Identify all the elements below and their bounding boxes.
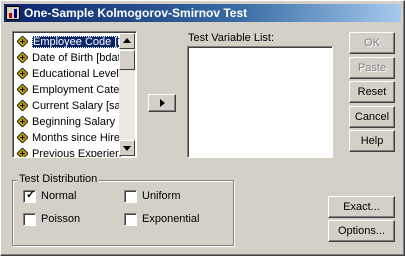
help-button[interactable]: Help <box>349 130 395 152</box>
ruler-diamond-icon <box>17 68 28 79</box>
uniform-label[interactable]: Uniform <box>142 190 181 202</box>
cancel-button[interactable]: Cancel <box>349 106 395 128</box>
ruler-diamond-icon <box>17 100 28 111</box>
list-item[interactable]: Previous Experienc <box>15 146 121 158</box>
ruler-diamond-icon <box>17 52 28 63</box>
list-scrollbar[interactable] <box>119 33 135 156</box>
ruler-diamond-icon <box>17 116 28 127</box>
test-variable-list-label: Test Variable List: <box>188 32 275 44</box>
reset-button[interactable]: Reset <box>349 81 395 103</box>
right-arrow-icon <box>160 99 165 107</box>
normal-checkbox[interactable]: ✓ <box>23 189 36 203</box>
move-to-test-list-button[interactable] <box>148 94 176 112</box>
source-variable-items: Employee Code [id Date of Birth [bdate E… <box>15 34 121 158</box>
exponential-label[interactable]: Exponential <box>142 213 200 225</box>
list-item-label: Months since Hire [ <box>32 132 121 144</box>
scroll-thumb[interactable] <box>119 50 135 70</box>
normal-label[interactable]: Normal <box>41 190 76 202</box>
ruler-diamond-icon <box>17 148 28 157</box>
list-item[interactable]: Months since Hire [ <box>15 130 121 146</box>
ok-button[interactable]: OK <box>349 32 395 54</box>
uniform-checkbox[interactable] <box>124 190 137 203</box>
list-item[interactable]: Educational Level ( <box>15 66 121 82</box>
options-button[interactable]: Options... <box>328 220 395 242</box>
list-item-label: Educational Level ( <box>32 68 121 80</box>
ruler-diamond-icon <box>17 36 28 47</box>
paste-button[interactable]: Paste <box>349 57 395 79</box>
test-distribution-legend: Test Distribution <box>17 173 100 185</box>
list-item-label: Previous Experienc <box>32 148 121 158</box>
list-item[interactable]: Date of Birth [bdate <box>15 50 121 66</box>
ruler-diamond-icon <box>17 132 28 143</box>
title-bar[interactable]: One-Sample Kolmogorov-Smirnov Test <box>4 4 401 22</box>
list-item[interactable]: Beginning Salary [s <box>15 114 121 130</box>
list-item-label: Employee Code [id <box>32 36 121 48</box>
exponential-checkbox[interactable] <box>124 213 137 226</box>
spss-app-icon <box>6 6 20 20</box>
list-item[interactable]: Current Salary [sala <box>15 98 121 114</box>
list-item[interactable]: Employment Categc <box>15 82 121 98</box>
poisson-checkbox[interactable] <box>23 213 36 226</box>
window-title: One-Sample Kolmogorov-Smirnov Test <box>24 6 248 20</box>
source-variable-list[interactable]: Employee Code [id Date of Birth [bdate E… <box>12 31 137 158</box>
ruler-diamond-icon <box>17 84 28 95</box>
poisson-label[interactable]: Poisson <box>41 213 80 225</box>
triangle-up-icon <box>123 38 131 43</box>
list-item-label: Employment Categc <box>32 84 121 96</box>
scroll-down-button[interactable] <box>119 140 135 156</box>
test-variable-list[interactable] <box>187 46 333 158</box>
triangle-down-icon <box>123 146 131 151</box>
check-mark-icon: ✓ <box>26 189 36 201</box>
ks-test-dialog: One-Sample Kolmogorov-Smirnov Test Emplo… <box>0 0 405 256</box>
list-item[interactable]: Employee Code [id <box>15 34 121 50</box>
list-item-label: Beginning Salary [s <box>32 116 121 128</box>
list-item-label: Current Salary [sala <box>32 100 121 112</box>
exact-button[interactable]: Exact... <box>328 196 395 218</box>
list-item-label: Date of Birth [bdate <box>32 52 121 64</box>
scroll-up-button[interactable] <box>119 33 135 49</box>
